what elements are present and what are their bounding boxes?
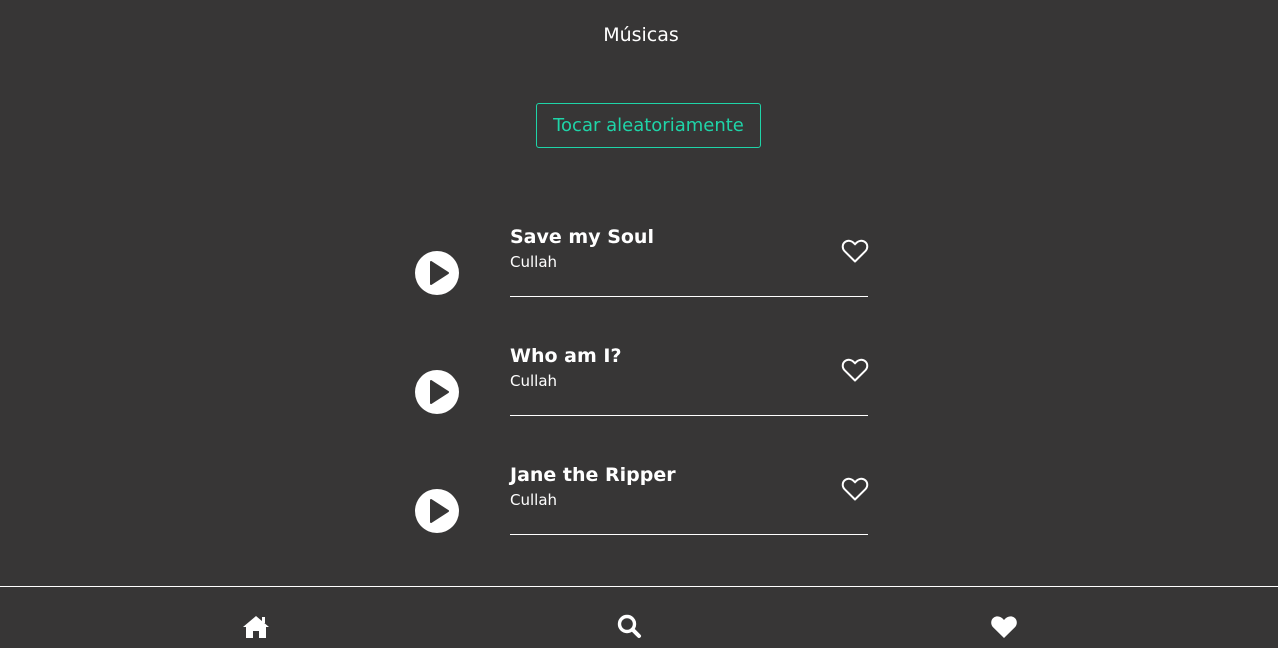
search-icon <box>617 614 641 638</box>
favorite-button[interactable] <box>841 238 869 264</box>
heart-outline-icon <box>841 239 869 263</box>
play-icon <box>430 261 449 285</box>
song-artist: Cullah <box>510 253 558 271</box>
favorite-button[interactable] <box>841 476 869 502</box>
play-button[interactable] <box>415 489 459 533</box>
play-icon <box>430 499 449 523</box>
home-icon <box>243 616 269 638</box>
song-row: Jane the Ripper Cullah <box>0 0 1278 535</box>
song-divider <box>510 296 868 297</box>
play-button[interactable] <box>415 370 459 414</box>
heart-outline-icon <box>841 358 869 382</box>
nav-search[interactable] <box>615 614 645 640</box>
song-title: Jane the Ripper <box>510 464 676 486</box>
song-title: Who am I? <box>510 345 622 367</box>
play-icon <box>430 380 449 404</box>
song-title: Save my Soul <box>510 226 654 248</box>
heart-outline-icon <box>841 477 869 501</box>
nav-favorites[interactable] <box>989 614 1019 640</box>
song-artist: Cullah <box>510 491 558 509</box>
bottom-nav <box>0 586 1278 648</box>
nav-home[interactable] <box>241 614 271 640</box>
song-artist: Cullah <box>510 372 558 390</box>
song-divider <box>510 534 868 535</box>
play-button[interactable] <box>415 251 459 295</box>
heart-icon <box>991 616 1017 638</box>
song-divider <box>510 415 868 416</box>
favorite-button[interactable] <box>841 357 869 383</box>
